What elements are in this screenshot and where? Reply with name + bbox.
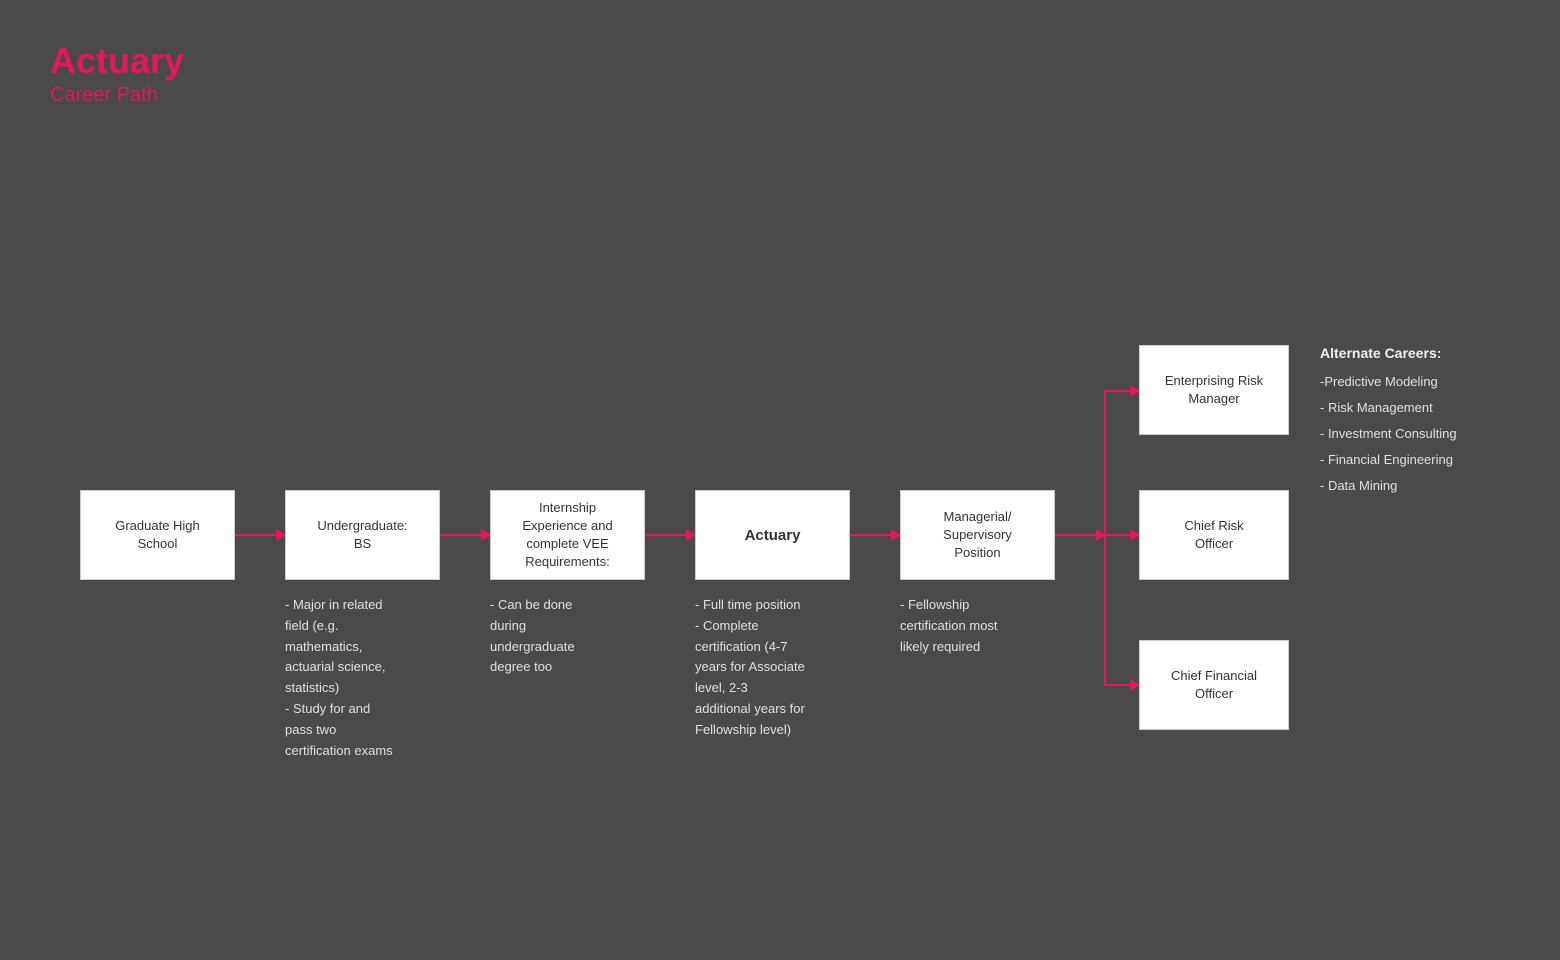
arrow-4-5 (850, 534, 900, 536)
alt-item-1: -Predictive Modeling (1320, 369, 1457, 395)
note-internship: - Can be done during undergraduate degre… (490, 595, 645, 678)
arrow-to-cro (1104, 534, 1139, 536)
vertical-connector (1104, 390, 1106, 685)
box-graduate: Graduate HighSchool (80, 490, 235, 580)
box-actuary: Actuary (695, 490, 850, 580)
alt-item-2: - Risk Management (1320, 395, 1457, 421)
box-enterprising: Enterprising RiskManager (1139, 345, 1289, 435)
box-internship: InternshipExperience andcomplete VEERequ… (490, 490, 645, 580)
box-cro: Chief RiskOfficer (1139, 490, 1289, 580)
box-cfo: Chief FinancialOfficer (1139, 640, 1289, 730)
header: Actuary Career Path (50, 40, 184, 107)
box-undergrad: Undergraduate:BS (285, 490, 440, 580)
alt-item-3: - Investment Consulting (1320, 421, 1457, 447)
alt-careers-title: Alternate Careers: (1320, 345, 1457, 361)
arrow-2-3 (440, 534, 490, 536)
arrow-3-4 (645, 534, 695, 536)
arrow-to-cfo (1104, 684, 1139, 686)
note-undergrad: - Major in related field (e.g. mathemati… (285, 595, 445, 761)
alt-item-4: - Financial Engineering (1320, 447, 1457, 473)
alt-item-5: - Data Mining (1320, 473, 1457, 499)
arrow-5-right (1055, 534, 1105, 536)
note-actuary: - Full time position - Complete certific… (695, 595, 855, 741)
arrow-to-enterprising (1104, 390, 1139, 392)
note-managerial: - Fellowship certification most likely r… (900, 595, 1060, 657)
page-subtitle: Career Path (50, 84, 184, 107)
arrow-1-2 (235, 534, 285, 536)
diagram-area: Graduate HighSchool Undergraduate:BS - M… (30, 160, 1530, 880)
page-title: Actuary (50, 40, 184, 82)
alt-careers: Alternate Careers: -Predictive Modeling … (1320, 345, 1457, 499)
box-managerial: Managerial/SupervisoryPosition (900, 490, 1055, 580)
